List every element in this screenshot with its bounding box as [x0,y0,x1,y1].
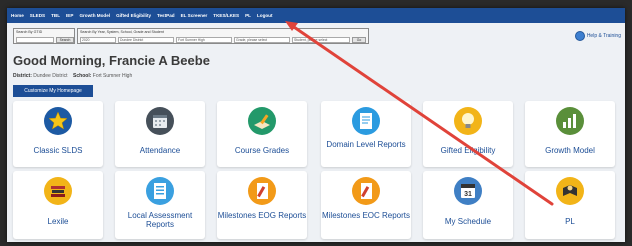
annotation-arrow [285,21,554,206]
app-window: Home SLEDS TBL IEP Growth Model Gifted E… [7,8,625,242]
arrow-shaft [289,23,554,206]
